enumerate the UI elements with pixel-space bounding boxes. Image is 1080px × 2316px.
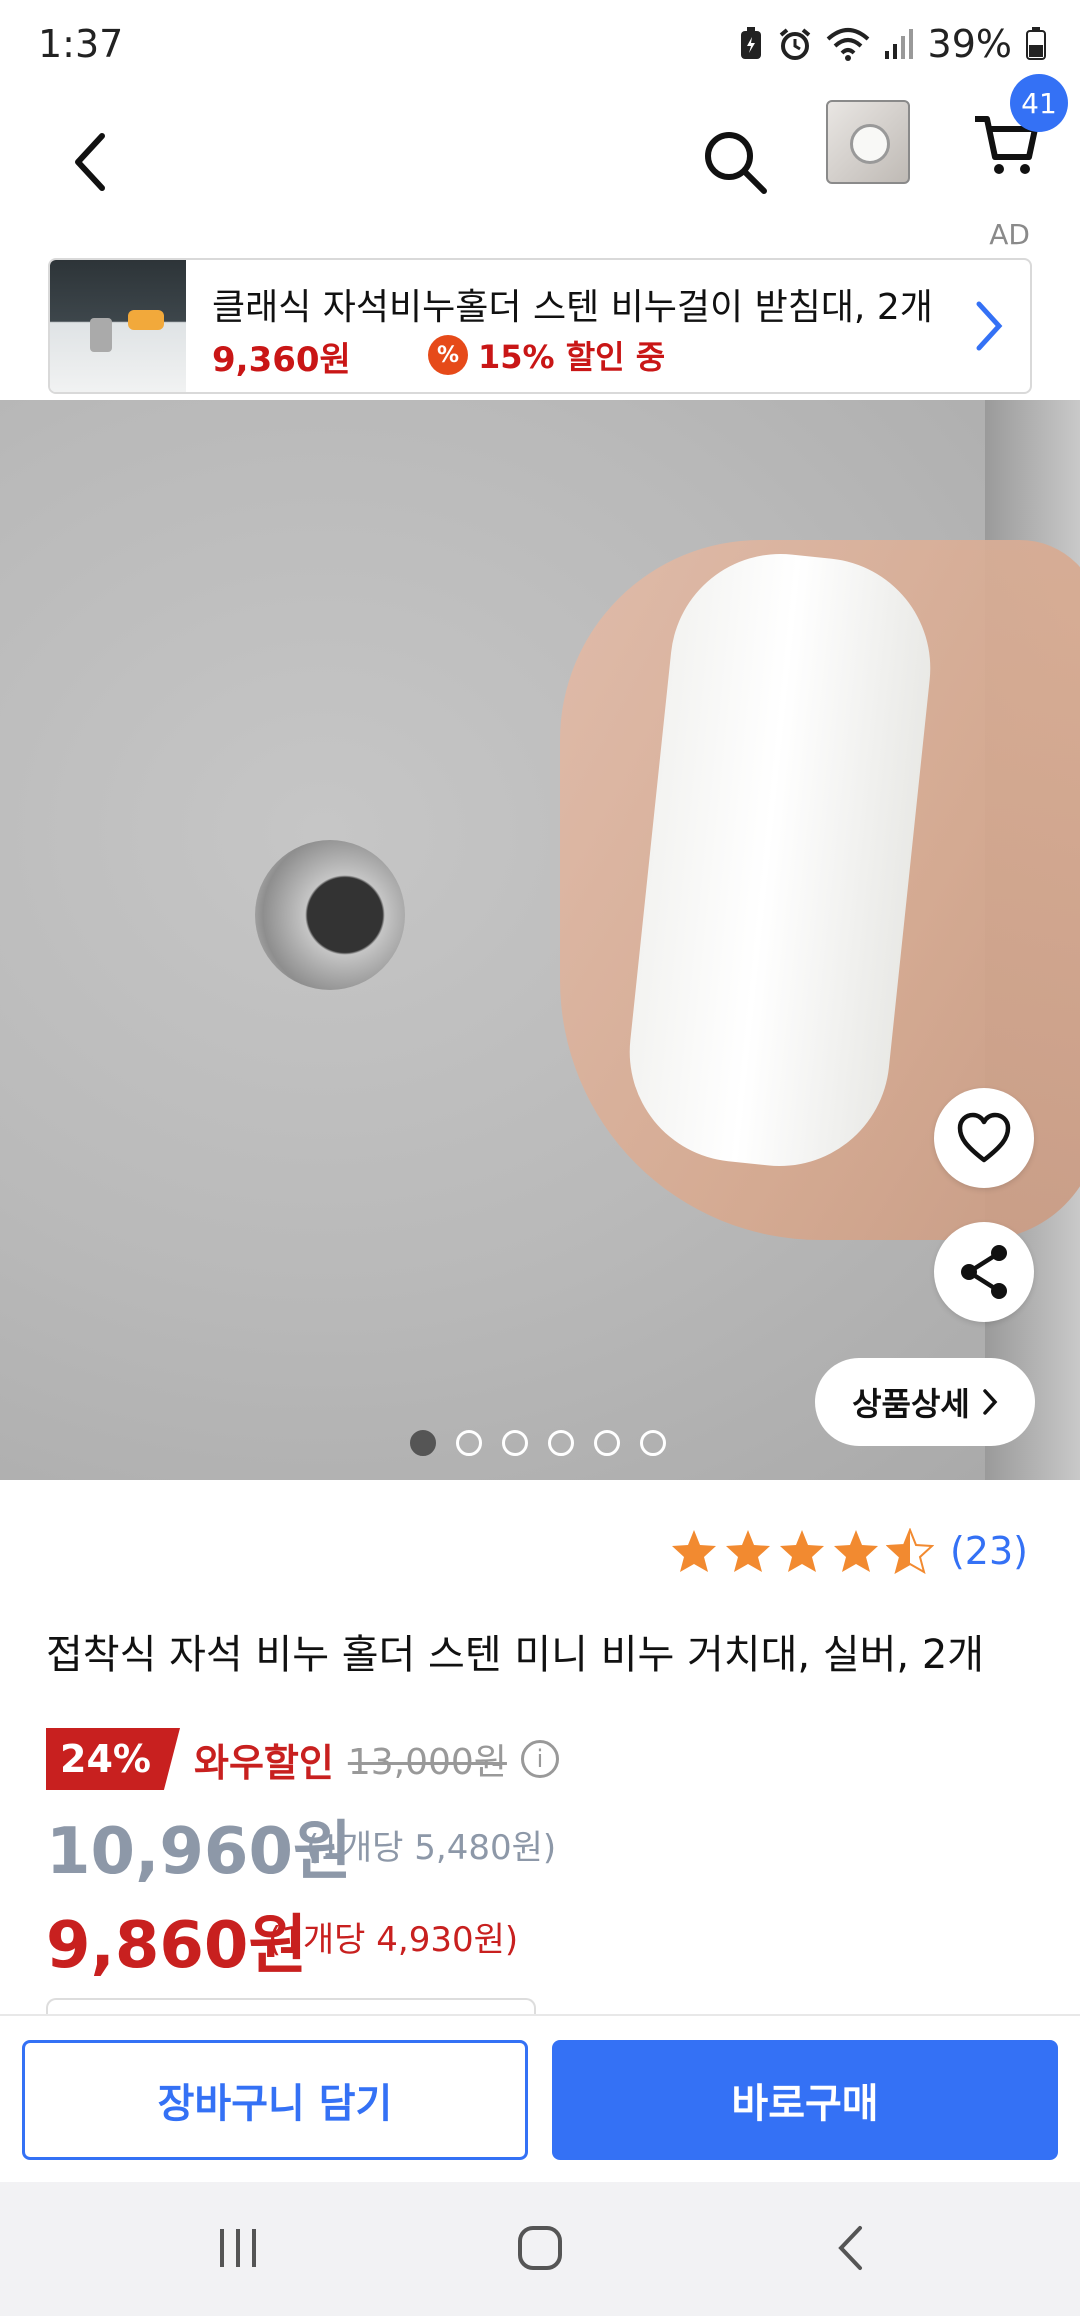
system-nav-bar xyxy=(0,2182,1080,2316)
carousel-dot[interactable] xyxy=(502,1430,528,1456)
star-icon xyxy=(725,1530,770,1572)
product-thumbnail-button[interactable] xyxy=(826,100,910,184)
ad-product-image xyxy=(50,260,186,392)
chevron-right-icon xyxy=(983,1389,998,1415)
ad-banner[interactable]: 클래식 자석비누홀더 스텐 비누걸이 받침대, 2개 9,360원 % 15% … xyxy=(48,258,1032,394)
ad-title: 클래식 자석비누홀더 스텐 비누걸이 받침대, 2개 xyxy=(212,287,933,328)
magnet-holder-image xyxy=(255,840,405,990)
share-icon xyxy=(961,1245,1007,1299)
product-detail-button[interactable]: 상품상세 xyxy=(815,1358,1035,1446)
buy-now-button[interactable]: 바로구매 xyxy=(552,2040,1058,2160)
star-icon xyxy=(671,1530,716,1572)
battery-icon xyxy=(1026,27,1046,60)
battery-percent: 39% xyxy=(927,22,1012,66)
carousel-dot[interactable] xyxy=(410,1430,436,1456)
ad-price: 9,360원 xyxy=(212,340,351,380)
chevron-right-icon xyxy=(976,301,1003,351)
signal-icon xyxy=(884,29,913,59)
ad-arrow xyxy=(974,300,1004,356)
system-back-button[interactable] xyxy=(820,2218,880,2278)
discount-badge-icon: % xyxy=(428,335,468,375)
info-icon[interactable]: i xyxy=(520,1740,559,1778)
carousel-indicator xyxy=(410,1430,666,1456)
unit-price: (1개당 5,480원) xyxy=(306,1828,557,1868)
wifi-icon xyxy=(826,28,869,61)
soap-shape xyxy=(128,310,164,330)
top-nav: 41 xyxy=(0,74,1080,240)
add-to-cart-button[interactable]: 장바구니 담기 xyxy=(22,2040,528,2160)
search-button[interactable] xyxy=(690,110,780,214)
cart-button[interactable]: 41 xyxy=(966,74,1068,184)
alarm-icon xyxy=(779,28,810,60)
recent-apps-button[interactable] xyxy=(208,2218,268,2278)
share-button[interactable] xyxy=(934,1222,1034,1322)
ad-discount-text: 15% 할인 중 xyxy=(478,338,666,376)
wow-discount-label: 와우할인 xyxy=(194,1740,334,1785)
home-icon xyxy=(518,2226,562,2270)
ad-discount: % 15% 할인 중 xyxy=(428,332,665,378)
review-count[interactable]: (23) xyxy=(950,1529,1028,1573)
status-icons: 39% xyxy=(738,22,1046,66)
faucet-shape xyxy=(90,318,112,352)
home-button[interactable] xyxy=(510,2218,570,2278)
back-button[interactable] xyxy=(50,110,130,214)
wishlist-button[interactable] xyxy=(934,1088,1034,1188)
product-title: 접착식 자석 비누 홀더 스텐 미니 비누 거치대, 실버, 2개 xyxy=(46,1632,985,1678)
product-image-carousel[interactable] xyxy=(0,400,1080,1480)
star-icon xyxy=(833,1530,878,1572)
search-icon xyxy=(705,132,767,194)
thumbnail-product-shape xyxy=(850,124,890,164)
discount-percent-badge: 24% xyxy=(46,1728,180,1790)
chevron-left-icon xyxy=(75,133,105,191)
recent-apps-icon xyxy=(220,2229,256,2267)
ad-label: AD xyxy=(989,218,1030,251)
status-bar: 1:37 39% xyxy=(0,0,1080,90)
back-icon xyxy=(838,2226,862,2270)
discount-row: 24% 와우할인 13,000원 i xyxy=(46,1728,559,1790)
cart-count-badge: 41 xyxy=(1010,74,1068,132)
rating[interactable]: (23) xyxy=(670,1528,1028,1574)
carousel-dot[interactable] xyxy=(594,1430,620,1456)
product-detail-label: 상품상세 xyxy=(852,1385,970,1423)
battery-saver-icon xyxy=(740,27,761,59)
wow-unit-price: (1개당 4,930원) xyxy=(268,1920,519,1960)
heart-icon xyxy=(957,1112,1011,1163)
star-half-icon xyxy=(885,1528,934,1574)
star-icon xyxy=(779,1530,824,1572)
original-price: 13,000원 xyxy=(347,1742,507,1783)
status-time: 1:37 xyxy=(38,22,124,66)
purchase-action-bar: 장바구니 담기 바로구매 xyxy=(0,2014,1080,2182)
carousel-dot[interactable] xyxy=(640,1430,666,1456)
carousel-dot[interactable] xyxy=(456,1430,482,1456)
carousel-dot[interactable] xyxy=(548,1430,574,1456)
